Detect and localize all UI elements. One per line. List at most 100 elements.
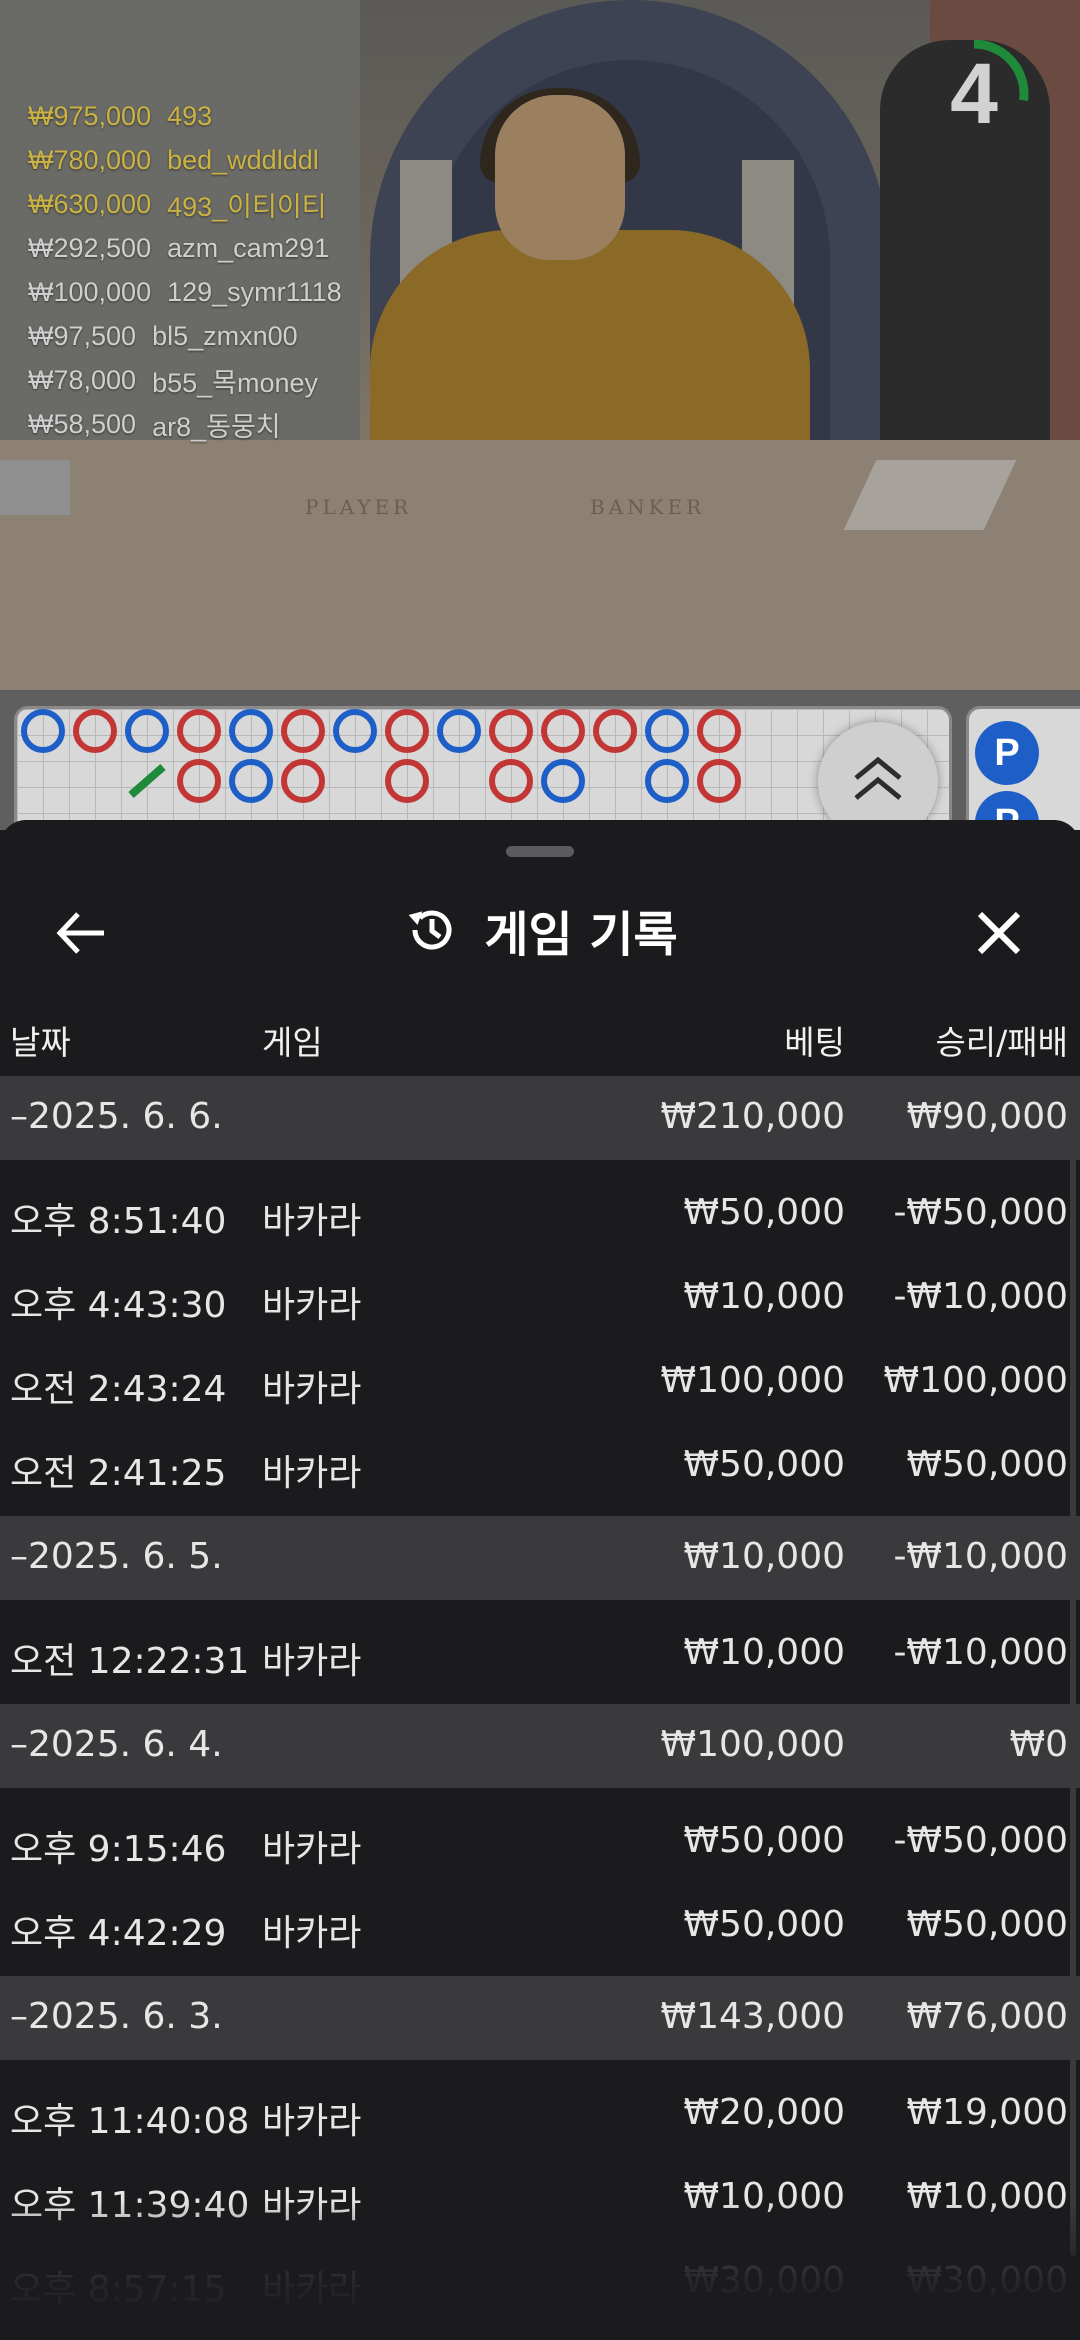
banker-mark bbox=[385, 759, 429, 803]
row-date: –2025. 6. 4. bbox=[10, 1724, 223, 1765]
row-game: 바카라 bbox=[262, 1369, 362, 1410]
bet-feed-row: ₩97,500 bl5_zmxn00 bbox=[28, 314, 342, 358]
bet-user: 493 bbox=[167, 100, 213, 131]
road-stats: P P bbox=[966, 706, 1080, 830]
player-mark bbox=[645, 759, 689, 803]
bet-feed: ₩975,000 493 ₩780,000 bed_wddlddl ₩630,000 49… bbox=[28, 94, 342, 446]
row-game: 바카라 bbox=[262, 1201, 362, 1242]
row-result: ₩50,000 bbox=[906, 1904, 1068, 1945]
row-game: 바카라 bbox=[262, 1285, 362, 1326]
back-button[interactable] bbox=[48, 900, 114, 966]
row-spacer bbox=[0, 1788, 1080, 1798]
bead-road[interactable] bbox=[14, 706, 952, 830]
row-date: 오후 11:40:08 bbox=[10, 2101, 250, 2142]
row-result: -₩10,000 bbox=[893, 1632, 1068, 1673]
row-date: 오후 4:42:29 bbox=[10, 1913, 227, 1954]
row-date: 오전 2:41:25 bbox=[10, 1453, 227, 1494]
player-mark bbox=[333, 709, 377, 753]
bet-feed-row: ₩78,000 b55_목money bbox=[28, 358, 342, 402]
live-video: PLAYER BANKER ₩975,000 493 ₩780,000 bed_wdd… bbox=[0, 0, 1080, 700]
row-result: ₩76,000 bbox=[906, 1996, 1068, 2037]
row-bet: ₩50,000 bbox=[683, 1444, 845, 1485]
player-mark bbox=[21, 709, 65, 753]
bet-feed-row: ₩58,500 ar8_동뭉치 bbox=[28, 402, 342, 446]
history-list[interactable]: –2025. 6. 6. ₩210,000 ₩90,000 오후 8:51:40 바카라… bbox=[0, 1076, 1080, 2322]
row-result: ₩19,000 bbox=[906, 2092, 1068, 2133]
history-row: 오전 2:41:25 바카라 ₩50,000 ₩50,000 bbox=[0, 1422, 1080, 1506]
history-icon bbox=[408, 910, 452, 950]
row-bet: ₩20,000 bbox=[683, 2092, 845, 2133]
row-spacer bbox=[0, 1160, 1080, 1170]
date-group-row[interactable]: –2025. 6. 5. ₩10,000 -₩10,000 bbox=[0, 1516, 1080, 1600]
bet-feed-row: ₩292,500 azm_cam291 bbox=[28, 226, 342, 270]
bet-amount: ₩58,500 bbox=[28, 408, 137, 439]
row-bet: ₩10,000 bbox=[683, 1276, 845, 1317]
row-bet: ₩50,000 bbox=[683, 1904, 845, 1945]
player-mark bbox=[541, 759, 585, 803]
countdown-value: 4 bbox=[950, 45, 998, 142]
date-group-row[interactable]: –2025. 6. 3. ₩143,000 ₩76,000 bbox=[0, 1976, 1080, 2060]
row-game: 바카라 bbox=[262, 1829, 362, 1870]
scrollbar[interactable] bbox=[1070, 1076, 1076, 2256]
row-bet: ₩50,000 bbox=[683, 1192, 845, 1233]
banker-mark bbox=[177, 759, 221, 803]
row-spacer bbox=[0, 1506, 1080, 1516]
banker-mark bbox=[697, 759, 741, 803]
sheet-title: 게임 기록 bbox=[484, 907, 678, 963]
row-date: 오후 9:15:46 bbox=[10, 1829, 227, 1870]
close-button[interactable] bbox=[966, 900, 1032, 966]
column-game: 게임 bbox=[262, 1023, 323, 1062]
banker-mark bbox=[541, 709, 585, 753]
bet-user: azm_cam291 bbox=[167, 232, 330, 263]
row-result: -₩10,000 bbox=[893, 1536, 1068, 1577]
history-row: 오후 8:51:40 바카라 ₩50,000 -₩50,000 bbox=[0, 1170, 1080, 1254]
banker-mark bbox=[281, 759, 325, 803]
banker-mark bbox=[489, 709, 533, 753]
row-result: ₩100,000 bbox=[883, 1360, 1068, 1401]
row-result: ₩90,000 bbox=[906, 1096, 1068, 1137]
row-date: –2025. 6. 5. bbox=[10, 1536, 223, 1577]
row-result: -₩50,000 bbox=[893, 1192, 1068, 1233]
row-date: –2025. 6. 6. bbox=[10, 1096, 223, 1137]
banker-mark bbox=[281, 709, 325, 753]
tie-mark bbox=[128, 763, 166, 799]
bet-user: bed_wddlddl bbox=[167, 144, 319, 175]
banker-mark bbox=[697, 709, 741, 753]
history-row: 오전 2:43:24 바카라 ₩100,000 ₩100,000 bbox=[0, 1338, 1080, 1422]
bet-user: ar8_동뭉치 bbox=[152, 411, 281, 442]
row-date: 오후 8:51:40 bbox=[10, 1201, 227, 1242]
row-bet: ₩143,000 bbox=[660, 1996, 845, 2037]
bet-amount: ₩780,000 bbox=[28, 144, 152, 175]
row-game: 바카라 bbox=[262, 2101, 362, 2142]
column-bet: 베팅 bbox=[784, 1023, 845, 1062]
date-group-row[interactable]: –2025. 6. 6. ₩210,000 ₩90,000 bbox=[0, 1076, 1080, 1160]
chevron-up-double-icon bbox=[854, 756, 902, 800]
countdown-timer: 4 bbox=[918, 38, 1038, 158]
player-mark bbox=[125, 709, 169, 753]
player-mark bbox=[229, 709, 273, 753]
player-mark bbox=[645, 709, 689, 753]
date-group-row[interactable]: –2025. 6. 4. ₩100,000 ₩0 bbox=[0, 1704, 1080, 1788]
bet-amount: ₩97,500 bbox=[28, 320, 137, 351]
row-result: -₩50,000 bbox=[893, 1820, 1068, 1861]
row-spacer bbox=[0, 1600, 1080, 1610]
table-header: 날짜 게임 베팅 승리/패배 bbox=[0, 1010, 1080, 1064]
banker-mark bbox=[73, 709, 117, 753]
history-row: 오후 9:15:46 바카라 ₩50,000 -₩50,000 bbox=[0, 1798, 1080, 1882]
banker-mark bbox=[489, 759, 533, 803]
player-badge: P bbox=[975, 721, 1039, 785]
row-spacer bbox=[0, 2060, 1080, 2070]
row-bet: ₩100,000 bbox=[660, 1360, 845, 1401]
bet-user: 129_symr1118 bbox=[167, 276, 342, 307]
row-bet: ₩100,000 bbox=[660, 1724, 845, 1765]
row-bet: ₩10,000 bbox=[683, 1632, 845, 1673]
bet-amount: ₩100,000 bbox=[28, 276, 152, 307]
row-game: 바카라 bbox=[262, 1913, 362, 1954]
bet-amount: ₩975,000 bbox=[28, 100, 152, 131]
history-row: 오후 4:42:29 바카라 ₩50,000 ₩50,000 bbox=[0, 1882, 1080, 1966]
close-icon bbox=[977, 911, 1021, 955]
game-history-sheet: 게임 기록 날짜 게임 베팅 승리/패배 –2025. 6. 6. ₩210,00… bbox=[0, 820, 1080, 2340]
history-row: 오후 11:40:08 바카라 ₩20,000 ₩19,000 bbox=[0, 2070, 1080, 2154]
table-label-player: PLAYER bbox=[305, 495, 413, 519]
drag-handle[interactable] bbox=[506, 846, 574, 857]
